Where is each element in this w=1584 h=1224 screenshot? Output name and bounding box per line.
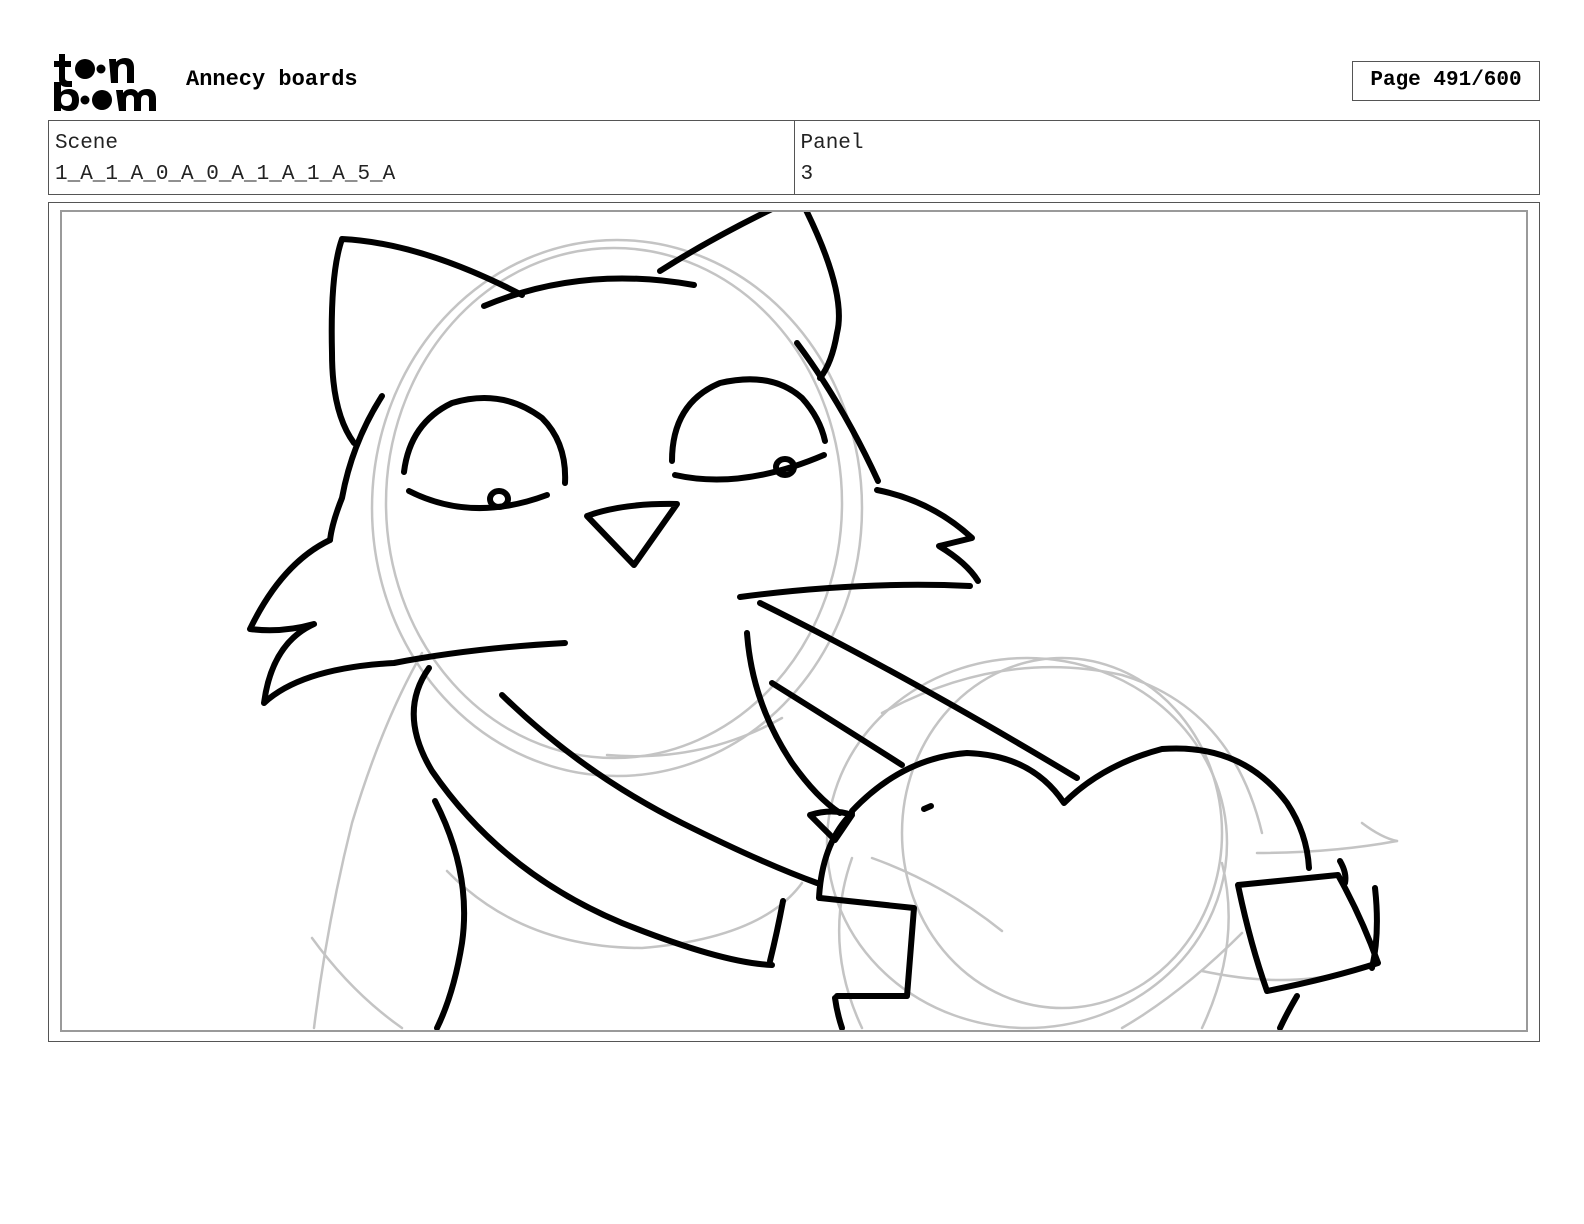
page-counter: Page 491/600: [1352, 61, 1540, 101]
panel-cell: Panel 3: [793, 121, 1540, 194]
panel-label: Panel: [800, 132, 864, 155]
scene-cell: Scene 1_A_1_A_0_A_0_A_1_A_1_A_5_A: [49, 121, 794, 194]
storyboard-panel-image: [60, 210, 1528, 1032]
scene-value: 1_A_1_A_0_A_0_A_1_A_1_A_5_A: [55, 163, 396, 186]
panel-value: 3: [800, 163, 814, 186]
cat-heart-sketch: [247, 212, 1399, 1030]
project-title: Annecy boards: [186, 67, 358, 92]
toonboom-logo: [54, 54, 156, 111]
scene-panel-info-table: Scene 1_A_1_A_0_A_0_A_1_A_1_A_5_A Panel …: [48, 120, 1540, 195]
storyboard-panel-frame: [48, 202, 1540, 1042]
scene-label: Scene: [55, 132, 119, 155]
